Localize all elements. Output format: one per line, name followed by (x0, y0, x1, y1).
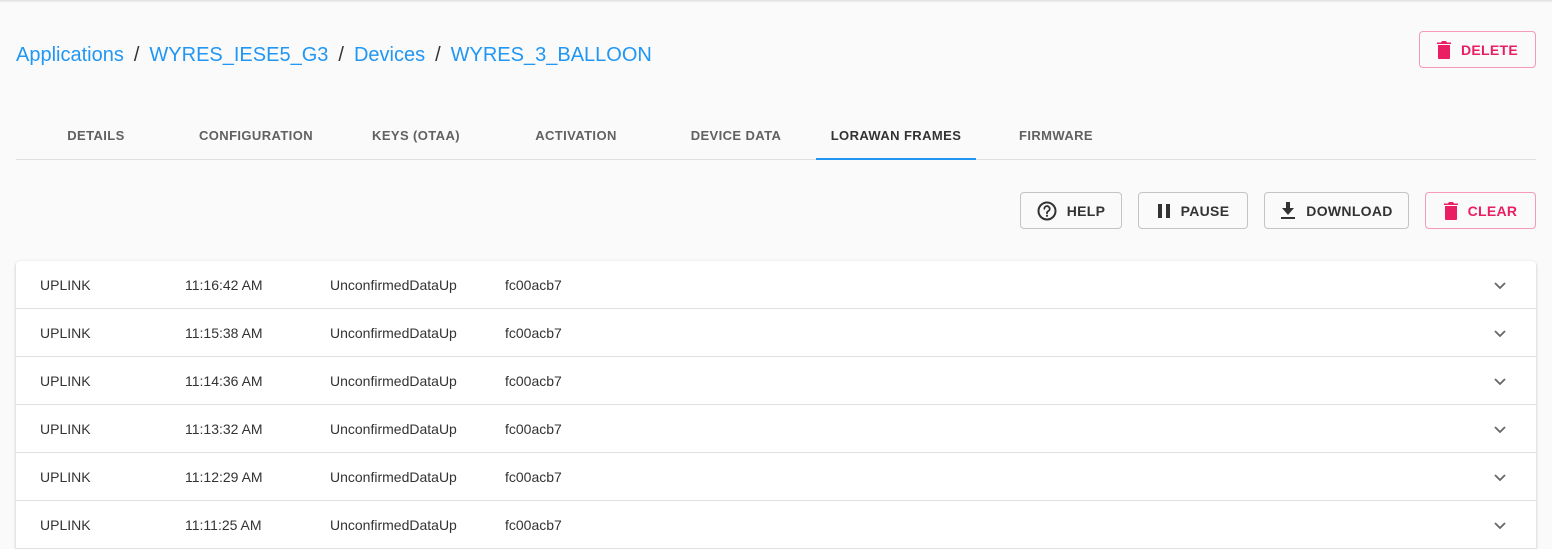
chevron-down-icon[interactable] (1492, 325, 1508, 341)
frame-time: 11:13:32 AM (185, 420, 263, 437)
download-icon (1281, 201, 1296, 219)
frame-direction: UPLINK (40, 516, 91, 533)
frame-mtype: UnconfirmedDataUp (330, 420, 457, 437)
chevron-down-icon[interactable] (1492, 277, 1508, 293)
chevron-down-icon[interactable] (1492, 373, 1508, 389)
breadcrumb-separator: / (435, 43, 441, 66)
frame-row[interactable]: UPLINK 11:14:36 AM UnconfirmedDataUp fc0… (16, 357, 1536, 405)
breadcrumb-separator: / (133, 43, 140, 66)
frame-mtype: UnconfirmedDataUp (330, 372, 457, 389)
help-label: HELP (1066, 202, 1106, 219)
chevron-down-icon[interactable] (1492, 421, 1508, 437)
lorawan-frames-list: UPLINK 11:16:42 AM UnconfirmedDataUp fc0… (16, 261, 1536, 549)
delete-device-button[interactable]: DELETE (1419, 31, 1536, 68)
frame-time: 11:16:42 AM (185, 276, 263, 293)
tab-firmware[interactable]: FIRMWARE (976, 112, 1136, 159)
frame-time: 11:14:36 AM (185, 372, 263, 389)
breadcrumb-device[interactable]: WYRES_3_BALLOON (451, 44, 652, 67)
frame-time: 11:11:25 AM (185, 516, 262, 533)
pause-icon (1157, 203, 1170, 218)
frame-row[interactable]: UPLINK 11:15:38 AM UnconfirmedDataUp fc0… (16, 309, 1536, 357)
frame-mtype: UnconfirmedDataUp (330, 468, 457, 485)
breadcrumb-application[interactable]: WYRES_IESE5_G3 (149, 44, 328, 67)
frame-mtype: UnconfirmedDataUp (330, 324, 457, 341)
tab-details[interactable]: DETAILS (16, 112, 176, 159)
frame-direction: UPLINK (40, 324, 91, 341)
clear-button[interactable]: CLEAR (1425, 192, 1536, 229)
breadcrumb: Applications / WYRES_IESE5_G3 / Devices … (16, 42, 652, 68)
frame-row[interactable]: UPLINK 11:11:25 AM UnconfirmedDataUp fc0… (16, 501, 1536, 549)
chevron-down-icon[interactable] (1492, 517, 1508, 533)
pause-label: PAUSE (1180, 202, 1230, 219)
frame-devaddr: fc00acb7 (505, 468, 562, 485)
frame-devaddr: fc00acb7 (505, 372, 562, 389)
tab-lorawan-frames[interactable]: LORAWAN FRAMES (816, 112, 976, 160)
frame-mtype: UnconfirmedDataUp (330, 516, 457, 533)
download-label: DOWNLOAD (1306, 202, 1393, 219)
delete-label: DELETE (1460, 41, 1519, 58)
breadcrumb-separator: / (338, 43, 344, 66)
frame-devaddr: fc00acb7 (505, 516, 562, 533)
help-circle-icon (1037, 201, 1057, 220)
frame-row[interactable]: UPLINK 11:16:42 AM UnconfirmedDataUp fc0… (16, 261, 1536, 309)
tab-device-data[interactable]: DEVICE DATA (656, 112, 816, 159)
frame-row[interactable]: UPLINK 11:13:32 AM UnconfirmedDataUp fc0… (16, 405, 1536, 453)
clear-label: CLEAR (1467, 202, 1518, 219)
tab-activation[interactable]: ACTIVATION (496, 112, 656, 159)
frame-direction: UPLINK (40, 420, 91, 437)
device-tabs: DETAILS CONFIGURATION KEYS (OTAA) ACTIVA… (16, 112, 1536, 160)
breadcrumb-applications[interactable]: Applications (16, 44, 124, 67)
frame-devaddr: fc00acb7 (505, 420, 562, 437)
download-button[interactable]: DOWNLOAD (1264, 192, 1409, 229)
tab-configuration[interactable]: CONFIGURATION (176, 112, 336, 159)
frame-devaddr: fc00acb7 (505, 324, 562, 341)
frame-time: 11:15:38 AM (185, 324, 263, 341)
breadcrumb-devices[interactable]: Devices (354, 44, 425, 67)
frame-devaddr: fc00acb7 (505, 276, 562, 293)
top-divider (0, 0, 1552, 3)
trash-icon (1443, 201, 1458, 220)
chevron-down-icon[interactable] (1492, 469, 1508, 485)
frame-mtype: UnconfirmedDataUp (330, 276, 457, 293)
help-button[interactable]: HELP (1020, 192, 1122, 229)
frame-direction: UPLINK (40, 372, 91, 389)
frame-time: 11:12:29 AM (185, 468, 263, 485)
frame-row[interactable]: UPLINK 11:12:29 AM UnconfirmedDataUp fc0… (16, 453, 1536, 501)
tab-keys-otaa[interactable]: KEYS (OTAA) (336, 112, 496, 159)
frame-direction: UPLINK (40, 276, 91, 293)
pause-button[interactable]: PAUSE (1138, 192, 1248, 229)
trash-icon (1436, 40, 1451, 59)
frame-direction: UPLINK (40, 468, 91, 485)
